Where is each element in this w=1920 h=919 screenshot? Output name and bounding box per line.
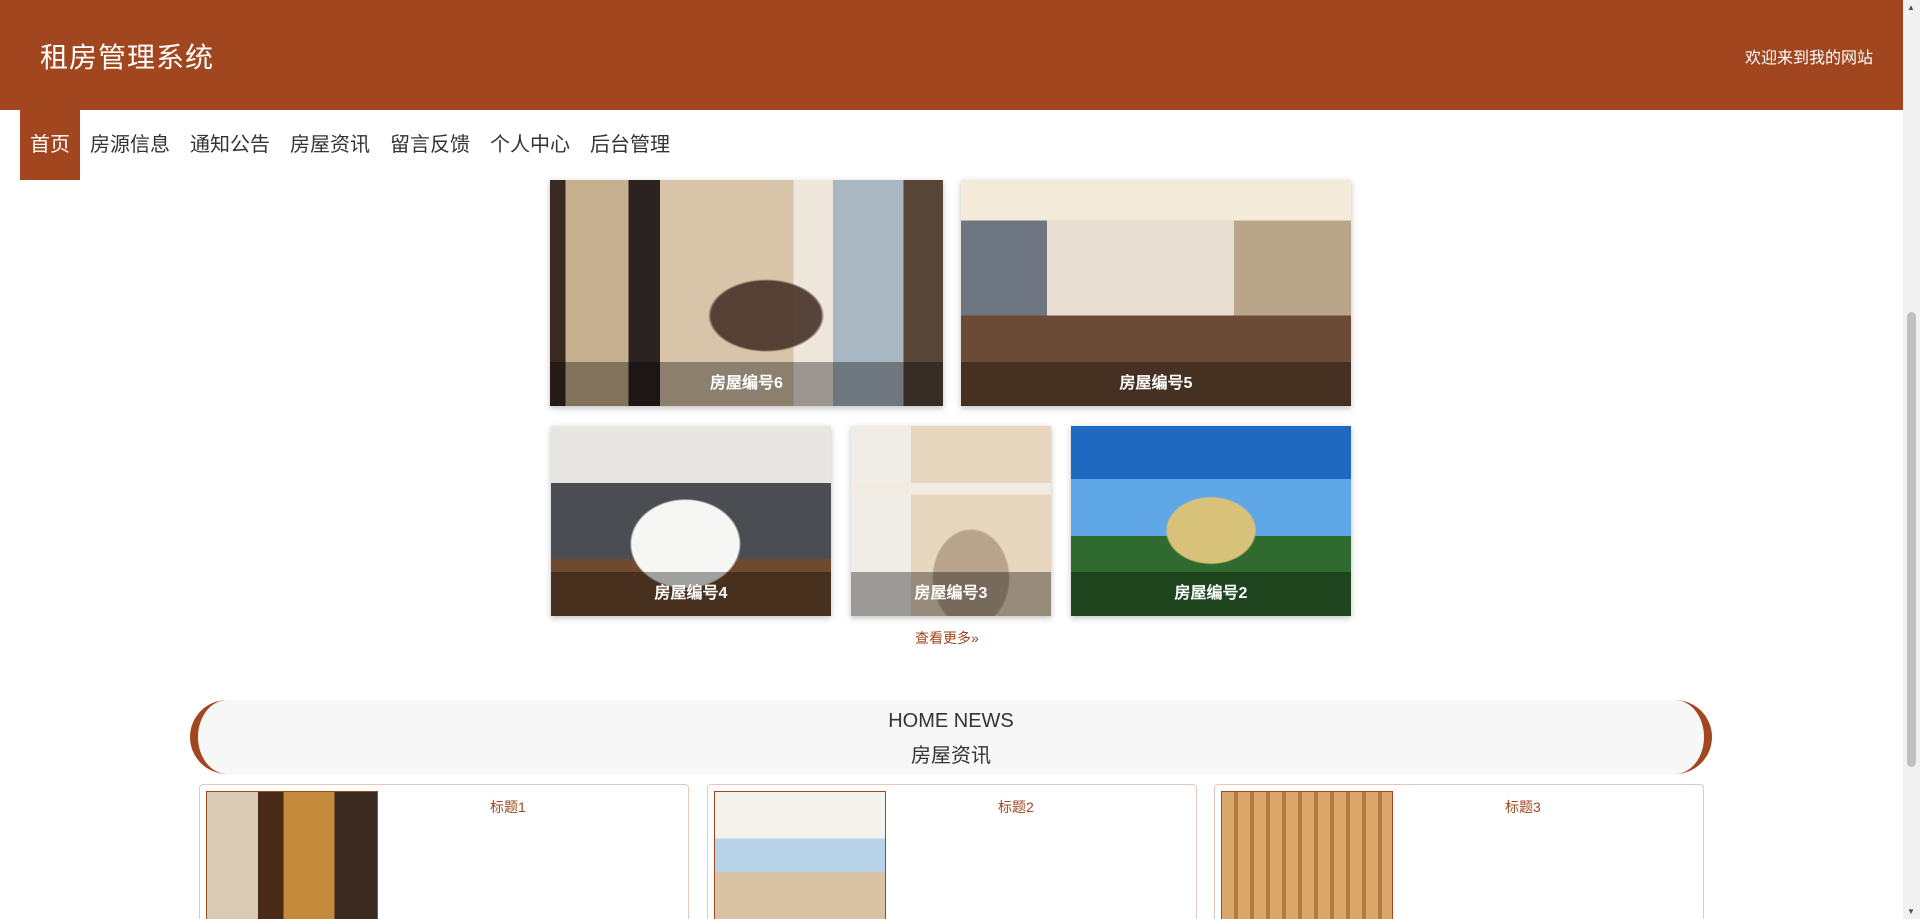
site-header: 租房管理系统 欢迎来到我的网站 <box>0 0 1903 110</box>
news-title[interactable]: 标题3 <box>1505 797 1541 817</box>
house-card-4[interactable]: 房屋编号4 <box>551 426 831 616</box>
house-card-3[interactable]: 房屋编号3 <box>851 426 1051 616</box>
page: 租房管理系统 欢迎来到我的网站 首页 房源信息 通知公告 房屋资讯 留言反馈 个… <box>0 0 1920 919</box>
news-title-en: HOME NEWS <box>888 710 1014 732</box>
news-card-3[interactable]: 标题3 <box>1214 784 1704 919</box>
vertical-scrollbar[interactable]: ▲ ▼ <box>1903 0 1920 919</box>
view-more-link[interactable]: 查看更多» <box>915 628 979 648</box>
news-title[interactable]: 标题1 <box>490 797 526 817</box>
news-thumbnail <box>714 791 886 919</box>
house-caption: 房屋编号5 <box>961 362 1351 406</box>
double-chevron-right-icon: » <box>971 630 979 646</box>
nav-item-news[interactable]: 房屋资讯 <box>280 110 380 180</box>
nav-item-profile[interactable]: 个人中心 <box>480 110 580 180</box>
news-thumbnail <box>1221 791 1393 919</box>
scrollbar-thumb[interactable] <box>1907 312 1916 767</box>
nav-item-admin[interactable]: 后台管理 <box>580 110 680 180</box>
view-more-label: 查看更多 <box>915 630 971 646</box>
news-title-cn: 房屋资讯 <box>911 745 991 767</box>
house-caption: 房屋编号6 <box>550 362 943 406</box>
house-caption: 房屋编号2 <box>1071 572 1351 616</box>
main-nav: 首页 房源信息 通知公告 房屋资讯 留言反馈 个人中心 后台管理 <box>20 110 680 180</box>
news-thumbnail <box>206 791 378 919</box>
welcome-text: 欢迎来到我的网站 <box>1744 50 1873 67</box>
site-title[interactable]: 租房管理系统 <box>40 36 214 76</box>
news-section-header: HOME NEWS 房屋资讯 <box>190 700 1712 774</box>
nav-item-feedback[interactable]: 留言反馈 <box>380 110 480 180</box>
house-caption: 房屋编号3 <box>851 572 1051 616</box>
house-caption: 房屋编号4 <box>551 572 831 616</box>
nav-item-listings[interactable]: 房源信息 <box>80 110 180 180</box>
nav-item-home[interactable]: 首页 <box>20 110 80 180</box>
house-card-2[interactable]: 房屋编号2 <box>1071 426 1351 616</box>
scroll-up-arrow-icon[interactable]: ▲ <box>1907 3 1915 12</box>
house-card-5[interactable]: 房屋编号5 <box>961 180 1351 406</box>
news-card-2[interactable]: 标题2 <box>707 784 1197 919</box>
house-card-6[interactable]: 房屋编号6 <box>550 180 943 406</box>
nav-item-notices[interactable]: 通知公告 <box>180 110 280 180</box>
scroll-down-arrow-icon[interactable]: ▼ <box>1907 907 1915 916</box>
news-card-1[interactable]: 标题1 <box>199 784 689 919</box>
news-title[interactable]: 标题2 <box>998 797 1034 817</box>
